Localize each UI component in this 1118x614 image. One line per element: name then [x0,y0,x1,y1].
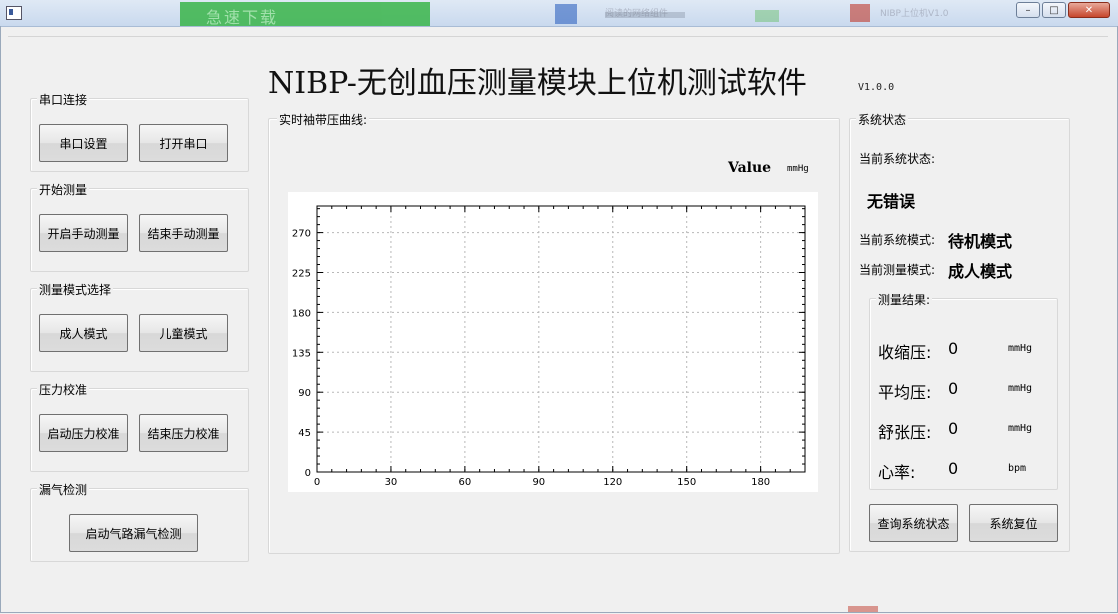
diastolic-value: 0 [948,419,959,438]
current-status-value: 无错误 [867,192,916,211]
y-tick-label: 270 [292,229,311,240]
mean-pressure-label: 平均压: [878,383,932,402]
x-tick-label: 30 [385,477,398,488]
systolic-unit: mmHg [1008,343,1033,354]
results-group-title: 测量结果: [876,291,933,308]
current-status-label: 当前系统状态: [859,152,936,166]
diastolic-label: 舒张压: [878,423,932,442]
query-status-button[interactable]: 查询系统状态 [869,504,958,542]
y-tick-label: 135 [292,348,311,359]
y-tick-label: 225 [292,269,311,280]
systolic-value: 0 [948,339,959,358]
diastolic-unit: mmHg [1008,423,1033,434]
mean-pressure-value: 0 [948,379,959,398]
x-tick-label: 60 [459,477,472,488]
plot-frame [316,205,806,473]
heart-rate-label: 心率: [878,463,916,482]
x-tick-label: 180 [751,477,770,488]
system-reset-button[interactable]: 系统复位 [969,504,1058,542]
system-mode-value: 待机模式 [948,232,1013,251]
heart-rate-unit: bpm [1008,463,1027,474]
y-tick-label: 180 [292,308,311,319]
systolic-label: 收缩压: [878,343,932,362]
measure-mode-label: 当前测量模式: [859,263,936,277]
x-tick-label: 0 [314,477,320,488]
measure-mode-value: 成人模式 [948,262,1013,281]
system-mode-label: 当前系统模式: [859,233,936,247]
y-tick-label: 45 [298,428,311,439]
x-tick-label: 90 [532,477,545,488]
mean-pressure-unit: mmHg [1008,383,1033,394]
y-tick-label: 0 [305,468,311,479]
x-tick-label: 150 [677,477,696,488]
y-tick-label: 90 [298,388,311,399]
heart-rate-value: 0 [948,459,959,478]
status-group-title: 系统状态 [856,111,909,128]
x-tick-label: 120 [603,477,622,488]
taskbar-fragment [848,606,878,612]
